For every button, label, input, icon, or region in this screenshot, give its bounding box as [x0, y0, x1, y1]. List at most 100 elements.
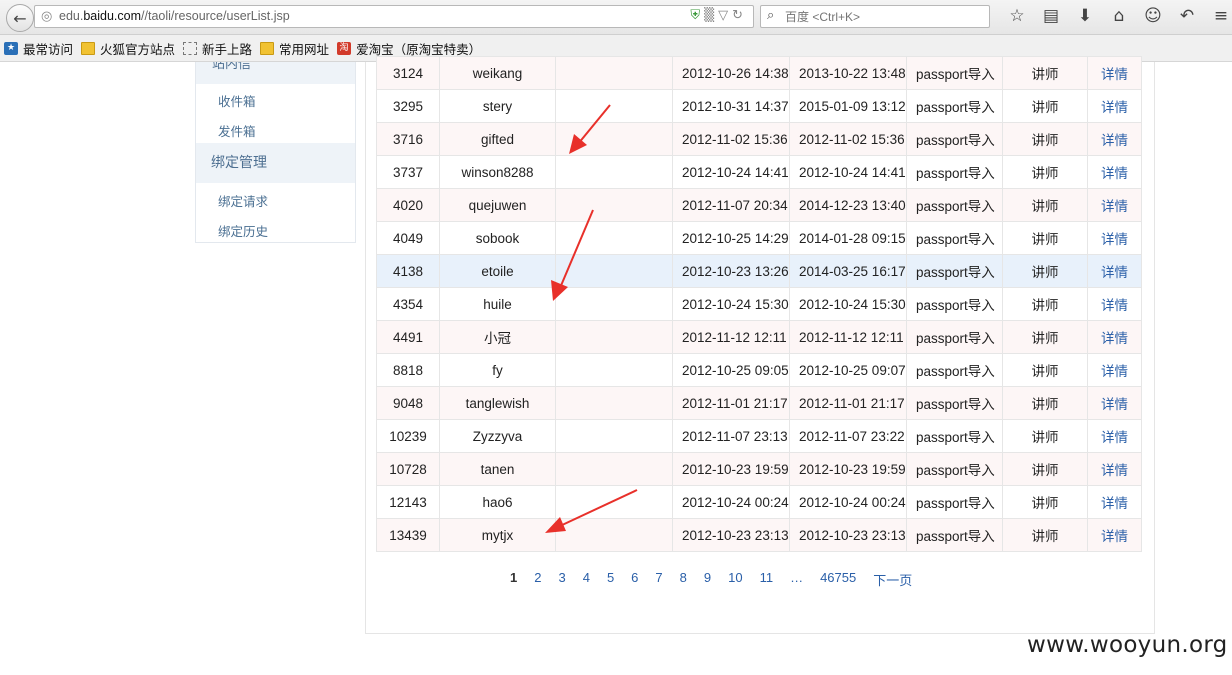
- role-cell: 讲师: [1002, 518, 1088, 552]
- page-link[interactable]: 2: [534, 570, 541, 589]
- page-link[interactable]: 7: [655, 570, 662, 589]
- dropdown-icon[interactable]: ▽: [718, 8, 732, 23]
- sidebar-item-outbox[interactable]: 发件箱: [218, 121, 256, 140]
- bookmark-item[interactable]: 新手上路: [183, 39, 252, 58]
- detail-link[interactable]: 详情: [1087, 188, 1142, 222]
- search-bar[interactable]: ⌕: [760, 5, 990, 28]
- source-cell: passport导入: [906, 518, 1003, 552]
- page-link[interactable]: 4: [583, 570, 590, 589]
- page-ellipsis: …: [790, 570, 804, 585]
- created-time-cell: 2012-10-24 00:24: [672, 485, 790, 519]
- reload-icon[interactable]: ↻: [732, 8, 747, 23]
- page-link-last[interactable]: 46755: [820, 570, 856, 589]
- bookmark-item[interactable]: 常用网址: [260, 39, 329, 58]
- detail-link[interactable]: 详情: [1087, 386, 1142, 420]
- table-row: 3124 weikang 2012-10-26 14:38 2013-10-22 13…: [376, 56, 1142, 90]
- bookmark-star-icon[interactable]: ☆: [1000, 6, 1034, 26]
- detail-link[interactable]: 详情: [1087, 320, 1142, 354]
- extra-cell: [555, 518, 673, 552]
- page-link[interactable]: 5: [607, 570, 614, 589]
- chat-icon[interactable]: ☺: [1136, 6, 1170, 26]
- address-bar[interactable]: ◎ edu.baidu.com//taoli/resource/userList…: [34, 5, 754, 28]
- user-id-cell: 3737: [376, 155, 440, 189]
- last-login-cell: 2012-10-25 09:07: [789, 353, 907, 387]
- page-link[interactable]: 10: [728, 570, 742, 589]
- source-cell: passport导入: [906, 386, 1003, 420]
- user-id-cell: 13439: [376, 518, 440, 552]
- username-cell: weikang: [439, 56, 556, 90]
- tao-icon: 淘: [337, 41, 352, 55]
- created-time-cell: 2012-11-02 15:36: [672, 122, 790, 156]
- extra-cell: [555, 122, 673, 156]
- detail-link[interactable]: 详情: [1087, 155, 1142, 189]
- search-input[interactable]: [785, 8, 980, 25]
- detail-link[interactable]: 详情: [1087, 89, 1142, 123]
- sidebar-group-binding[interactable]: 绑定管理: [196, 143, 355, 183]
- last-login-cell: 2012-11-01 21:17: [789, 386, 907, 420]
- extra-cell: [555, 155, 673, 189]
- table-row: 4138 etoile 2012-10-23 13:26 2014-03-25 16:…: [376, 254, 1142, 288]
- detail-link[interactable]: 详情: [1087, 485, 1142, 519]
- detail-link[interactable]: 详情: [1087, 122, 1142, 156]
- folder-icon: [260, 41, 275, 55]
- last-login-cell: 2014-12-23 13:40: [789, 188, 907, 222]
- detail-link[interactable]: 详情: [1087, 287, 1142, 321]
- role-cell: 讲师: [1002, 254, 1088, 288]
- menu-icon[interactable]: ≡: [1204, 6, 1232, 26]
- username-cell: quejuwen: [439, 188, 556, 222]
- created-time-cell: 2012-10-26 14:38: [672, 56, 790, 90]
- role-cell: 讲师: [1002, 188, 1088, 222]
- table-row: 8818 fy 2012-10-25 09:05 2012-10-25 09:07 pa…: [376, 353, 1142, 387]
- last-login-cell: 2014-01-28 09:15: [789, 221, 907, 255]
- user-id-cell: 3295: [376, 89, 440, 123]
- pagination: 1 2 3 4 5 6 7 8 9 10 11 … 46755 下一页: [510, 570, 929, 589]
- detail-link[interactable]: 详情: [1087, 518, 1142, 552]
- username-cell: stery: [439, 89, 556, 123]
- bookmark-item[interactable]: 火狐官方站点: [81, 39, 175, 58]
- username-cell: fy: [439, 353, 556, 387]
- bookmark-item[interactable]: ★ 最常访问: [4, 39, 73, 58]
- bookmarks-menu-icon[interactable]: ▤: [1034, 6, 1068, 26]
- back-button[interactable]: ←: [6, 4, 34, 32]
- detail-link[interactable]: 详情: [1087, 419, 1142, 453]
- page-link[interactable]: 9: [704, 570, 711, 589]
- user-id-cell: 10239: [376, 419, 440, 453]
- detail-link[interactable]: 详情: [1087, 353, 1142, 387]
- user-id-cell: 12143: [376, 485, 440, 519]
- extra-cell: [555, 452, 673, 486]
- sidebar-header-messages[interactable]: 站内信: [196, 62, 355, 84]
- last-login-cell: 2013-10-22 13:48: [789, 56, 907, 90]
- created-time-cell: 2012-11-07 23:13: [672, 419, 790, 453]
- last-login-cell: 2012-10-24 15:30: [789, 287, 907, 321]
- detail-link[interactable]: 详情: [1087, 452, 1142, 486]
- page-link[interactable]: 3: [558, 570, 565, 589]
- user-id-cell: 9048: [376, 386, 440, 420]
- home-icon[interactable]: ⌂: [1102, 6, 1136, 26]
- page-link[interactable]: 8: [680, 570, 687, 589]
- created-time-cell: 2012-10-25 09:05: [672, 353, 790, 387]
- bookmark-item[interactable]: 淘爱淘宝（原淘宝特卖）: [337, 39, 481, 58]
- sidebar-item-bind-request[interactable]: 绑定请求: [218, 191, 268, 210]
- sidebar-item-inbox[interactable]: 收件箱: [218, 91, 256, 110]
- bookmark-label: 爱淘宝（原淘宝特卖）: [356, 41, 482, 57]
- table-row: 10728 tanen 2012-10-23 19:59 2012-10-23 19:…: [376, 452, 1142, 486]
- detail-link[interactable]: 详情: [1087, 221, 1142, 255]
- page-link[interactable]: 6: [631, 570, 638, 589]
- source-cell: passport导入: [906, 353, 1003, 387]
- download-icon[interactable]: ⬇: [1068, 6, 1102, 26]
- undo-icon[interactable]: ↶: [1170, 6, 1204, 26]
- detail-link[interactable]: 详情: [1087, 56, 1142, 90]
- next-page-link[interactable]: 下一页: [873, 570, 912, 589]
- qr-code-icon[interactable]: ▒: [704, 8, 718, 23]
- extra-cell: [555, 320, 673, 354]
- detail-link[interactable]: 详情: [1087, 254, 1142, 288]
- page-link[interactable]: 11: [760, 570, 774, 589]
- sidebar-item-bind-history[interactable]: 绑定历史: [218, 221, 268, 240]
- created-time-cell: 2012-11-07 20:34: [672, 188, 790, 222]
- role-cell: 讲师: [1002, 452, 1088, 486]
- last-login-cell: 2012-11-02 15:36: [789, 122, 907, 156]
- shield-icon[interactable]: ⛨: [690, 8, 704, 23]
- last-login-cell: 2012-10-24 00:24: [789, 485, 907, 519]
- page-icon: [183, 41, 198, 55]
- search-icon: ⌕: [767, 8, 775, 23]
